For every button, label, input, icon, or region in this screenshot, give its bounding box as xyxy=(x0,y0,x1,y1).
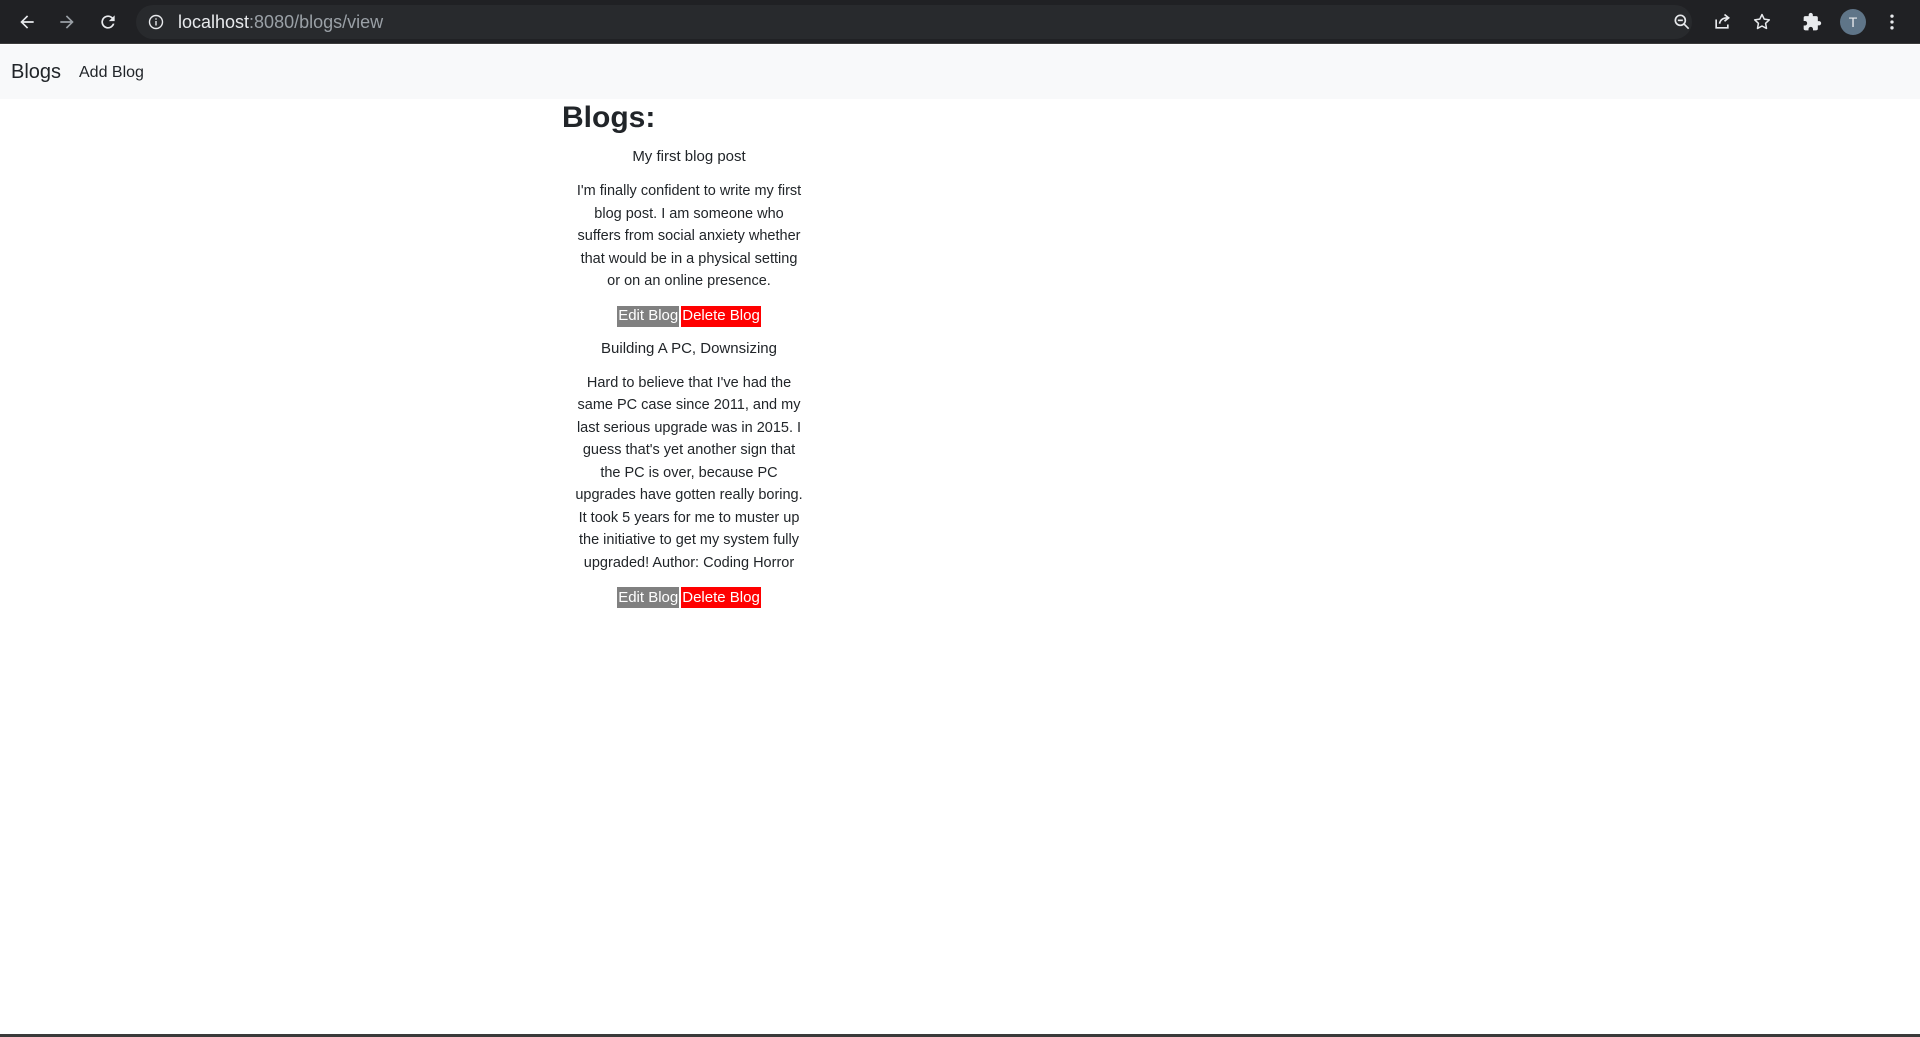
blog-actions: Edit Blog Delete Blog xyxy=(562,305,816,328)
blog-title: My first blog post xyxy=(632,148,746,165)
page-title: Blogs: xyxy=(562,101,656,134)
info-icon[interactable] xyxy=(148,14,164,30)
zoom-out-icon xyxy=(1674,14,1690,30)
kebab-menu-icon xyxy=(1890,14,1894,30)
blog-body: Hard to believe that I've had the same P… xyxy=(575,374,803,571)
url-text[interactable]: localhost:8080/blogs/view xyxy=(178,12,383,32)
forward-button[interactable] xyxy=(53,8,81,36)
blog-item: My first blog post I'm finally confident… xyxy=(562,146,816,328)
share-button[interactable] xyxy=(1710,10,1734,34)
url-host: localhost xyxy=(178,12,250,32)
extensions-button[interactable] xyxy=(1800,10,1824,34)
browser-toolbar: localhost:8080/blogs/view T xyxy=(0,0,1920,44)
zoom-button[interactable] xyxy=(1670,10,1694,34)
share-icon xyxy=(1715,13,1731,29)
url-path: :8080/blogs/view xyxy=(249,12,384,32)
arrow-right-icon xyxy=(60,15,74,29)
blog-body: I'm finally confident to write my first … xyxy=(576,183,802,289)
edit-blog-button[interactable]: Edit Blog xyxy=(617,587,680,608)
star-icon xyxy=(1753,13,1771,30)
profile-avatar[interactable]: T xyxy=(1840,9,1866,35)
address-bar[interactable]: localhost:8080/blogs/view xyxy=(136,5,1692,39)
delete-blog-button[interactable]: Delete Blog xyxy=(681,587,761,608)
blog-item: Building A PC, Downsizing Hard to believ… xyxy=(562,338,816,610)
back-button[interactable] xyxy=(13,8,41,36)
edit-blog-button[interactable]: Edit Blog xyxy=(617,305,680,327)
bookmark-button[interactable] xyxy=(1750,10,1774,34)
reload-button[interactable] xyxy=(94,8,122,36)
puzzle-icon xyxy=(1803,12,1822,31)
menu-button[interactable] xyxy=(1880,10,1904,34)
app-navbar: Blogs Add Blog xyxy=(0,45,1920,99)
delete-blog-button[interactable]: Delete Blog xyxy=(681,305,761,327)
blog-actions: Edit Blog Delete Blog xyxy=(562,587,816,609)
reload-icon xyxy=(101,15,115,29)
navbar-brand-link[interactable]: Blogs xyxy=(11,60,61,84)
blog-list: My first blog post I'm finally confident… xyxy=(562,140,816,619)
add-blog-link[interactable]: Add Blog xyxy=(79,63,144,83)
blog-title: Building A PC, Downsizing xyxy=(601,339,777,357)
arrow-left-icon xyxy=(20,15,34,29)
